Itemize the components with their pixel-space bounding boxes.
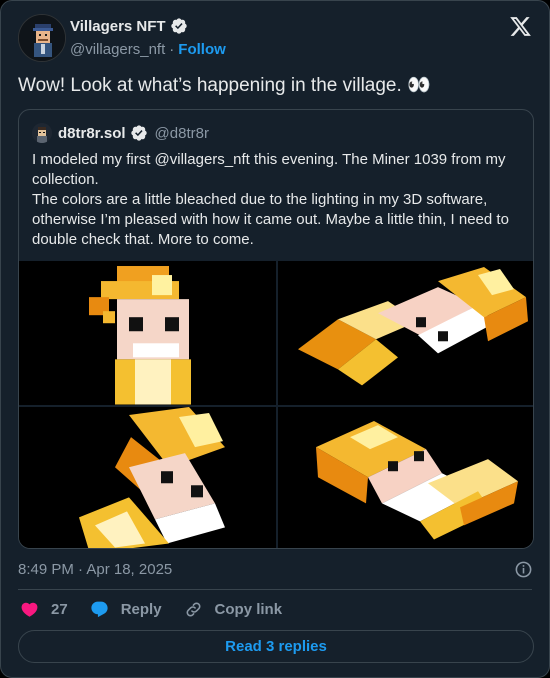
verified-badge-icon [170, 18, 187, 34]
copy-link-button[interactable]: Copy link [184, 600, 283, 619]
author-avatar[interactable] [18, 14, 66, 62]
like-button[interactable]: 27 [20, 600, 68, 619]
quoted-author-name[interactable]: d8tr8r.sol [58, 125, 126, 142]
tweet-timestamp[interactable]: 8:49 PM · Apr 18, 2025 [18, 561, 172, 578]
divider [18, 589, 532, 590]
pixel-character-avatar-icon [32, 123, 52, 143]
tweet-header: Villagers NFT @villagers_nft · Follow [18, 14, 533, 62]
media-image-tilted-view[interactable] [19, 406, 276, 548]
author-name[interactable]: Villagers NFT [70, 18, 166, 35]
quoted-author-avatar[interactable] [32, 123, 52, 143]
heart-icon [21, 602, 38, 617]
tweet-text: Wow! Look at what’s happening in the vil… [18, 75, 431, 96]
tweet-actions: 27 Reply Copy link [20, 600, 304, 619]
read-replies-button[interactable]: Read 3 replies [18, 630, 534, 663]
like-count: 27 [51, 601, 68, 618]
media-image-lying-view[interactable] [278, 261, 533, 405]
quoted-tweet[interactable]: d8tr8r.sol @d8tr8r I modeled my first @v… [18, 109, 534, 549]
follow-button[interactable]: Follow [178, 41, 226, 58]
reply-label: Reply [120, 601, 162, 618]
reply-button[interactable]: Reply [90, 600, 162, 619]
media-image-isometric-view[interactable] [278, 406, 533, 548]
quoted-author-handle[interactable]: @d8tr8r [155, 125, 209, 142]
verified-badge-icon [130, 125, 147, 141]
author-handle[interactable]: @villagers_nft [70, 41, 165, 58]
media-grid [19, 261, 533, 548]
reply-bubble-icon [91, 601, 108, 618]
info-icon[interactable] [514, 560, 533, 579]
quoted-tweet-text: I modeled my first @villagers_nft this e… [32, 151, 509, 248]
tweet-card: Villagers NFT @villagers_nft · Follow Wo… [0, 0, 550, 678]
copy-link-label: Copy link [214, 601, 283, 618]
x-logo-icon[interactable] [508, 15, 533, 38]
pixel-villager-avatar-icon [19, 15, 65, 61]
handle-separator: · [169, 41, 175, 58]
link-icon [186, 602, 201, 617]
media-image-front-view[interactable] [19, 261, 276, 405]
